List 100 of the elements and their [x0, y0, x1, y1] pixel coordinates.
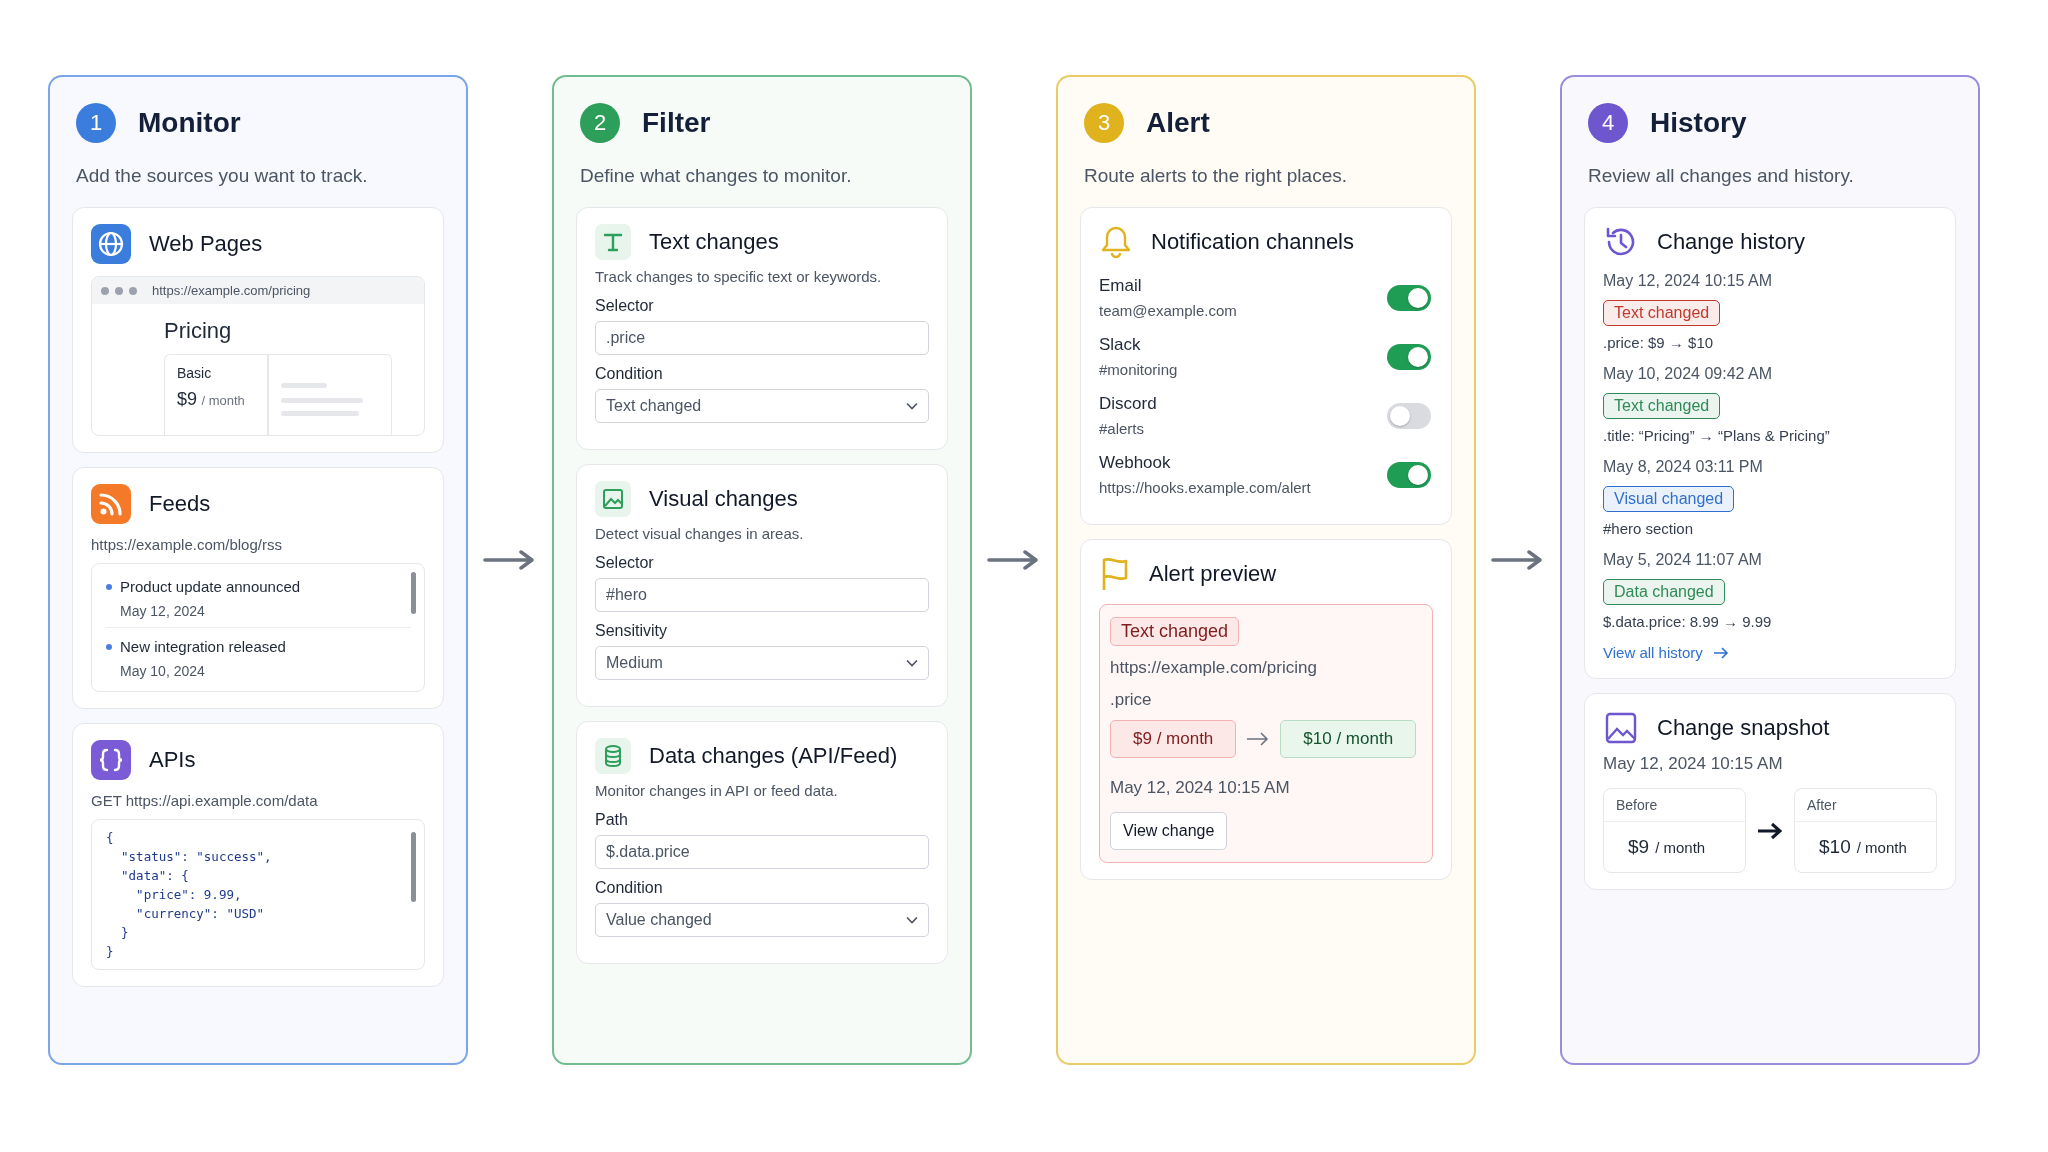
- feed-item-title[interactable]: Product update announced: [120, 578, 301, 595]
- code-line: }: [106, 943, 115, 961]
- code-line: {: [106, 829, 115, 847]
- step-number: 3: [1084, 103, 1124, 143]
- field-label: Sensitivity: [595, 622, 669, 640]
- arrow-icon: [483, 549, 537, 571]
- card-title: Feeds: [149, 491, 211, 517]
- snapshot-price: $9: [1628, 836, 1650, 857]
- old-value: $9 / month: [1110, 720, 1237, 758]
- snapshot-period: / month: [1655, 839, 1706, 856]
- step-subtitle: Route alerts to the right places.: [1084, 165, 1348, 187]
- card-title: Data changes (API/Feed): [649, 743, 898, 769]
- card-description: Track changes to specific text or keywords.: [595, 268, 883, 285]
- field-label: Selector: [595, 554, 655, 572]
- database-icon: [595, 738, 631, 774]
- view-all-link[interactable]: View all history: [1603, 644, 1729, 661]
- input-field[interactable]: #hero: [595, 578, 929, 612]
- channel-name: Discord: [1099, 394, 1157, 414]
- entry-detail: .title: “Pricing” → “Plans & Pricing”: [1603, 427, 1831, 444]
- toggle-switch[interactable]: [1387, 343, 1431, 370]
- step-subtitle: Define what changes to monitor.: [580, 165, 853, 187]
- step-title: Filter: [642, 107, 711, 139]
- feed-url: https://example.com/blog/rss: [91, 536, 283, 553]
- step-title: History: [1650, 107, 1747, 139]
- alert-url: https://example.com/pricing: [1110, 658, 1318, 678]
- plan-period: / month: [201, 393, 245, 408]
- feed-item-title[interactable]: New integration released: [120, 638, 286, 655]
- arrow-icon: [1712, 646, 1729, 659]
- entry-detail: #hero section: [1603, 520, 1695, 537]
- snapshot-label: Before: [1604, 789, 1745, 822]
- arrow-icon: [1491, 549, 1545, 571]
- field-label: Condition: [595, 879, 664, 897]
- channel-name: Slack: [1099, 335, 1142, 355]
- page-heading: Pricing: [164, 318, 233, 344]
- image-icon: [1603, 710, 1639, 746]
- dropdown[interactable]: Medium: [595, 646, 929, 680]
- snapshot-time: May 12, 2024 10:15 AM: [1603, 754, 1784, 774]
- bullet-icon: [106, 643, 112, 650]
- channel-detail: team@example.com: [1099, 302, 1237, 319]
- code-line: "price": 9.99,: [135, 886, 243, 904]
- feed-item-date: May 10, 2024: [120, 663, 206, 679]
- card-title: Notification channels: [1151, 229, 1354, 255]
- bullet-icon: [106, 583, 112, 590]
- braces-icon: [91, 740, 131, 780]
- code-line: "data": {: [120, 867, 190, 885]
- channel-detail: #alerts: [1099, 420, 1146, 437]
- channel-name: Webhook: [1099, 453, 1172, 473]
- chevron-down-icon: [906, 402, 918, 410]
- arrow-icon: [1246, 732, 1271, 746]
- code-line: }: [120, 924, 130, 942]
- change-tag: Text changed: [1603, 393, 1721, 419]
- dropdown[interactable]: Value changed: [595, 903, 929, 937]
- input-field[interactable]: $.data.price: [595, 835, 929, 869]
- http-method: GET: [91, 792, 122, 809]
- field-label: Path: [595, 811, 629, 829]
- code-line: "status": "success",: [120, 848, 272, 866]
- field-label: Condition: [595, 365, 664, 383]
- snapshot-period: / month: [1856, 839, 1907, 856]
- change-tag: Data changed: [1603, 579, 1725, 605]
- new-value: $10 / month: [1280, 720, 1417, 758]
- api-url: https://api.example.com/data: [125, 792, 318, 809]
- channel-name: Email: [1099, 276, 1143, 296]
- arrow-icon: [987, 549, 1041, 571]
- change-tag: Text changed: [1603, 300, 1721, 326]
- card-title: Alert preview: [1149, 561, 1277, 587]
- card-title: Visual changes: [649, 486, 798, 512]
- step-number: 1: [76, 103, 116, 143]
- card-title: Web Pages: [149, 231, 263, 257]
- page-url: https://example.com/pricing: [152, 283, 311, 298]
- code-line: "currency": "USD": [135, 905, 266, 923]
- rss-icon: [91, 484, 131, 524]
- card-title: Change snapshot: [1657, 715, 1830, 741]
- toggle-switch[interactable]: [1387, 284, 1431, 311]
- change-tag: Text changed: [1110, 617, 1240, 646]
- input-field[interactable]: .price: [595, 321, 929, 355]
- view-change-button[interactable]: View change: [1110, 812, 1228, 850]
- scrollbar[interactable]: [411, 572, 416, 614]
- scrollbar[interactable]: [411, 832, 416, 902]
- feed-item-date: May 12, 2024: [120, 603, 206, 619]
- field-label: Selector: [595, 297, 655, 315]
- text-icon: [595, 224, 631, 260]
- entry-time: May 10, 2024 09:42 AM: [1603, 365, 1773, 383]
- toggle-switch[interactable]: [1387, 461, 1431, 488]
- dropdown[interactable]: Text changed: [595, 389, 929, 423]
- entry-time: May 5, 2024 11:07 AM: [1603, 551, 1763, 569]
- globe-icon: [91, 224, 131, 264]
- plan-price: $9: [177, 389, 198, 409]
- step-title: Monitor: [138, 107, 241, 139]
- step-number: 4: [1588, 103, 1628, 143]
- plan-name: Basic: [177, 365, 213, 381]
- image-icon: [595, 481, 631, 517]
- change-tag: Visual changed: [1603, 486, 1735, 512]
- card-title: Change history: [1657, 229, 1805, 255]
- channel-detail: https://hooks.example.com/alert: [1099, 479, 1311, 496]
- channel-detail: #monitoring: [1099, 361, 1178, 378]
- entry-detail: $.data.price: 8.99 → 9.99: [1603, 613, 1773, 630]
- chevron-down-icon: [906, 916, 918, 924]
- toggle-switch[interactable]: [1387, 402, 1431, 429]
- snapshot-label: After: [1795, 789, 1936, 822]
- entry-time: May 8, 2024 03:11 PM: [1603, 458, 1764, 476]
